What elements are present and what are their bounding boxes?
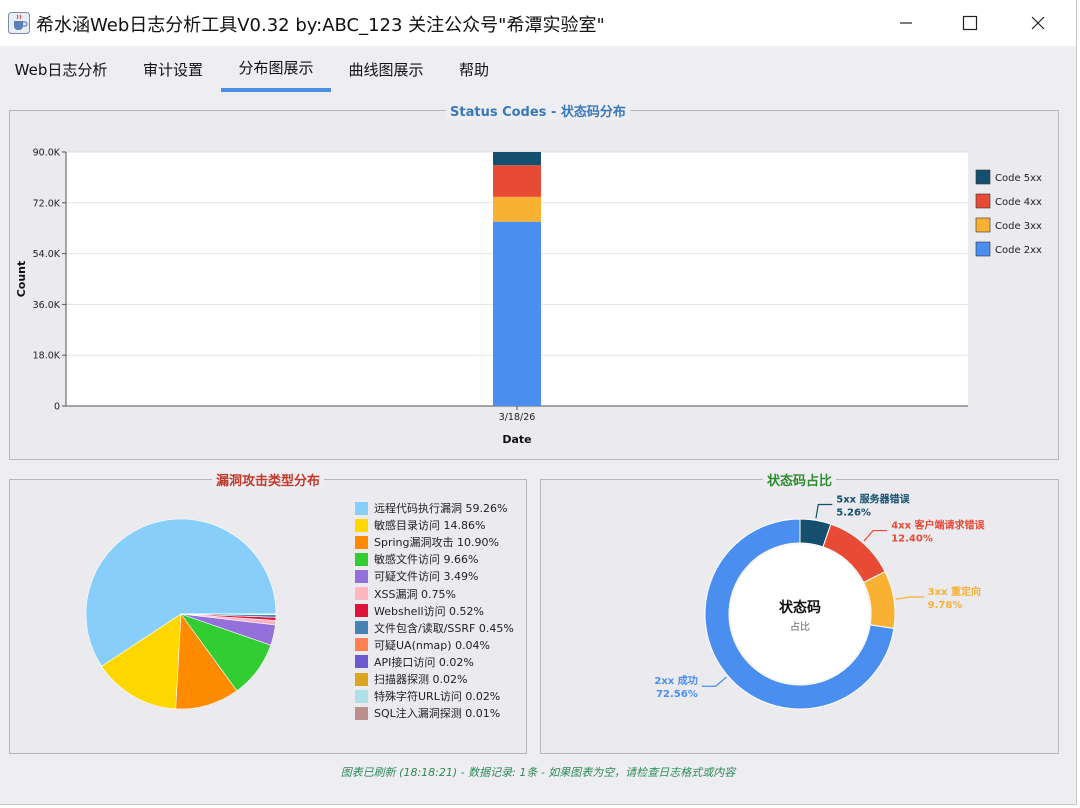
close-icon <box>1031 16 1045 30</box>
y-tick-label: 54.0K <box>33 249 61 260</box>
pie-legend-item: API接口访问 0.02% <box>355 654 474 670</box>
donut-label: 3xx 重定向 <box>928 585 981 598</box>
tab-curve-charts[interactable]: 曲线图展示 <box>333 46 439 92</box>
bar-segment <box>493 165 541 197</box>
minimize-icon <box>900 22 912 24</box>
maximize-button[interactable] <box>942 0 998 46</box>
window-title: 希水涵Web日志分析工具V0.32 by:ABC_123 关注公众号"希潭实验室… <box>36 15 605 36</box>
donut-leader-line <box>815 503 833 519</box>
legend-label: Code 2xx <box>995 245 1042 256</box>
status-ratio-panel: 状态码占比 5xx 服务器错误 5.26% 4xx 客户端请求错误 12.40% 3xx… <box>540 470 1059 754</box>
legend-label: Code 3xx <box>995 221 1042 232</box>
pie-legend-label: 敏感文件访问 9.66% <box>374 553 479 567</box>
donut-percent: 72.56% <box>656 689 698 700</box>
pie-legend-swatch <box>355 706 368 720</box>
java-cup-icon <box>8 12 30 34</box>
pie-legend-item: 文件包含/读取/SSRF 0.45% <box>355 620 514 636</box>
y-tick-label: 72.0K <box>33 198 61 209</box>
menu-tabs: Web日志分析 审计设置 分布图展示 曲线图展示 帮助 <box>0 46 1076 92</box>
status-ratio-donut: 5xx 服务器错误 5.26% 4xx 客户端请求错误 12.40% 3xx 重定向 9.… <box>654 493 986 710</box>
pie-legend-swatch <box>355 655 368 669</box>
pie-legend-item: 特殊字符URL访问 0.02% <box>355 688 500 704</box>
pie-legend-swatch <box>355 604 368 618</box>
status-codes-chart: 0 18.0K 36.0K 54.0K 72.0K 90.0K 3/18/26 Date Cou… <box>15 148 1042 447</box>
donut-label: 4xx 客户端请求错误 <box>891 519 985 532</box>
pie-legend-label: 扫描器探测 0.02% <box>374 673 468 686</box>
donut-percent: 5.26% <box>836 508 871 519</box>
pie-legend-item: 远程代码执行漏洞 59.26% <box>355 500 507 516</box>
vuln-types-panel: 漏洞攻击类型分布 远程代码执行漏洞 59.26% 敏感目录访问 14.86% Spr… <box>9 470 527 754</box>
x-axis-label: Date <box>502 433 531 446</box>
title-bar[interactable]: 希水涵Web日志分析工具V0.32 by:ABC_123 关注公众号"希潭实验室… <box>0 0 1076 46</box>
bar-segment <box>493 221 541 406</box>
tab-help[interactable]: 帮助 <box>441 46 507 92</box>
pie-legend-item: 可疑UA(nmap) 0.04% <box>355 637 490 653</box>
close-button[interactable] <box>1010 0 1066 46</box>
pie-legend-swatch <box>355 569 368 583</box>
pie-legend-label: 远程代码执行漏洞 59.26% <box>374 502 508 515</box>
pie-legend-swatch <box>355 621 368 635</box>
pie-legend-label: SQL注入漏洞探测 0.01% <box>374 707 501 721</box>
legend-swatch <box>975 217 991 233</box>
pie-legend-swatch <box>355 518 368 532</box>
pie-legend-swatch <box>355 552 368 566</box>
minimize-button[interactable] <box>878 0 934 46</box>
y-tick-label: 0 <box>54 402 60 413</box>
pie-legend-label: Spring漏洞攻击 10.90% <box>374 536 499 550</box>
maximize-icon <box>962 15 978 31</box>
legend-label: Code 5xx <box>995 173 1042 184</box>
donut-leader-line <box>863 529 888 542</box>
y-tick-label: 18.0K <box>33 351 61 362</box>
app-window: 希水涵Web日志分析工具V0.32 by:ABC_123 关注公众号"希潭实验室… <box>0 0 1077 805</box>
pie-legend-swatch <box>355 501 368 515</box>
pie-legend-item: Spring漏洞攻击 10.90% <box>355 534 499 550</box>
pie-legend-item: SQL注入漏洞探测 0.01% <box>355 705 500 721</box>
pie-legend-label: Webshell访问 0.52% <box>374 604 485 618</box>
pie-legend-item: Webshell访问 0.52% <box>355 603 484 619</box>
pie-legend-item: 敏感目录访问 14.86% <box>355 517 485 533</box>
legend-swatch <box>975 241 991 257</box>
y-axis-label: Count <box>15 261 28 298</box>
pie-legend-swatch <box>355 535 368 549</box>
donut-center-title: 状态码 <box>779 599 821 616</box>
status-codes-panel: Status Codes - 状态码分布 0 18.0K 36.0K 54.0K 72.… <box>9 101 1059 460</box>
donut-percent: 9.78% <box>928 600 963 611</box>
pie-legend-item: 敏感文件访问 9.66% <box>355 551 478 567</box>
pie-legend-label: 敏感目录访问 14.86% <box>374 519 486 533</box>
donut-leader-line <box>895 596 924 600</box>
legend-swatch <box>975 193 991 209</box>
y-tick-label: 36.0K <box>33 300 61 311</box>
bar-segment <box>493 196 541 222</box>
pie-legend-item: 扫描器探测 0.02% <box>355 671 467 687</box>
pie-legend-item: 可疑文件访问 3.49% <box>355 568 478 584</box>
pie-legend-item: XSS漏洞 0.75% <box>355 586 456 602</box>
donut-leader-line <box>701 676 727 687</box>
y-tick-label: 90.0K <box>33 148 61 159</box>
donut-center-subtitle: 占比 <box>790 620 810 633</box>
status-message: 图表已刷新 (18:18:21) - 数据记录: 1条 - 如果图表为空，请检查… <box>340 766 736 779</box>
pie-legend-label: 特殊字符URL访问 0.02% <box>374 690 501 704</box>
pie-legend-label: 可疑文件访问 3.49% <box>374 570 479 584</box>
pie-legend-swatch <box>355 638 368 652</box>
legend-swatch <box>975 169 991 185</box>
pie-legend-swatch <box>355 587 368 600</box>
bar-segment <box>493 152 541 166</box>
pie-legend-label: API接口访问 0.02% <box>374 655 474 669</box>
vuln-types-pie <box>85 518 277 710</box>
donut-label: 2xx 成功 <box>654 674 697 687</box>
donut-label: 5xx 服务器错误 <box>836 493 910 506</box>
pie-legend-label: XSS漏洞 0.75% <box>374 587 456 601</box>
pie-legend-label: 文件包含/读取/SSRF 0.45% <box>374 621 514 635</box>
donut-percent: 12.40% <box>891 534 933 545</box>
pie-legend-swatch <box>355 689 368 703</box>
pie-legend-label: 可疑UA(nmap) 0.04% <box>374 638 491 652</box>
legend-label: Code 4xx <box>995 197 1042 208</box>
tab-web-log-analysis[interactable]: Web日志分析 <box>0 46 122 92</box>
tab-audit-settings[interactable]: 审计设置 <box>124 46 222 92</box>
x-tick-label: 3/18/26 <box>499 412 536 423</box>
tab-distribution-charts[interactable]: 分布图展示 <box>221 46 331 92</box>
pie-legend-swatch <box>355 672 368 686</box>
